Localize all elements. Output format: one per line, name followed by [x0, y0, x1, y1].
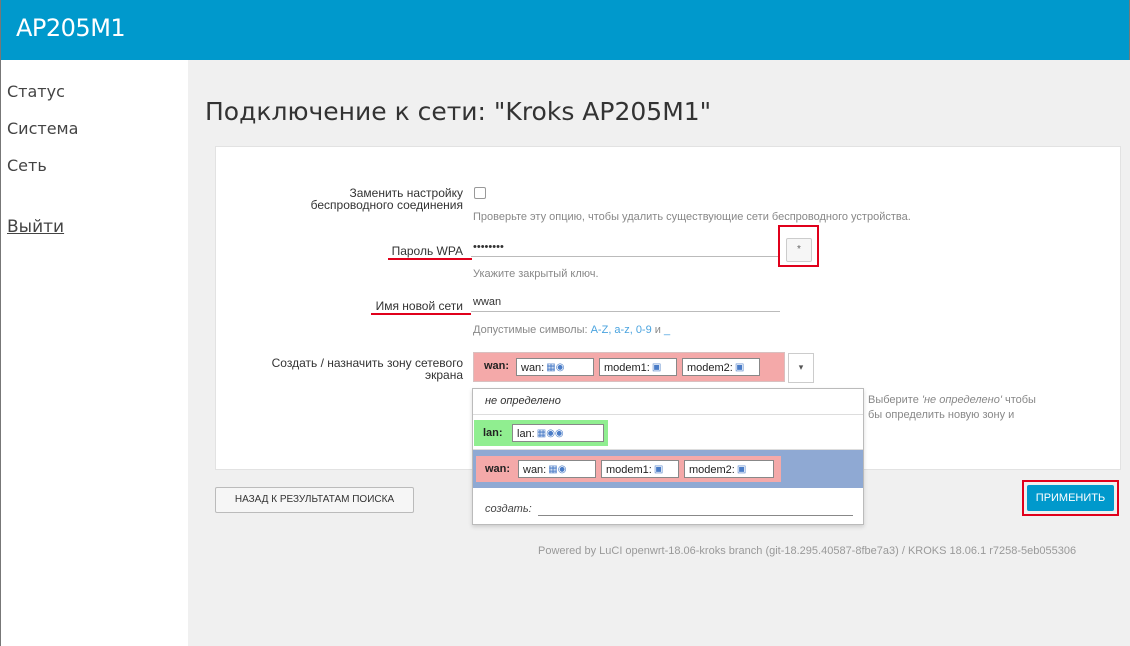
network-chip-modem2: modem2: ▣: [684, 460, 774, 478]
network-icon: ▦◉: [546, 362, 565, 373]
replace-hint: Проверьте эту опцию, чтобы удалить сущес…: [473, 211, 911, 223]
dropdown-option-wan[interactable]: wan: wan: ▦◉ modem1: ▣ modem2: ▣: [473, 450, 863, 488]
zone-hint-line1: Выберите 'не определено' чтобы: [868, 394, 1036, 406]
sidebar-item-network[interactable]: Сеть: [7, 156, 47, 175]
create-zone-input[interactable]: [538, 515, 853, 516]
zone-dropdown-list: не определено lan: lan: ▦◉◉ wan: wan: ▦◉ m…: [472, 388, 864, 525]
dropdown-option-undefined[interactable]: не определено: [473, 389, 863, 415]
network-icon: ▦◉: [548, 464, 567, 475]
network-icon: ▦◉◉: [536, 428, 564, 439]
dropdown-option-lan[interactable]: lan: lan: ▦◉◉: [473, 415, 863, 450]
ssid-label: Имя новой сети: [375, 299, 463, 313]
back-to-results-button[interactable]: НАЗАД К РЕЗУЛЬТАТАМ ПОИСКА: [215, 487, 414, 513]
zone-wan-label: wan:: [485, 463, 511, 475]
main-content: Подключение к сети: "Kroks AP205M1" Заме…: [188, 60, 1130, 646]
wpa-label: Пароль WPA: [391, 244, 463, 258]
sidebar-item-system[interactable]: Система: [7, 119, 78, 138]
chevron-down-icon[interactable]: ▾: [788, 353, 814, 383]
header-bar: AP205M1: [0, 0, 1130, 60]
zone-lan-label: lan:: [483, 427, 503, 439]
network-chip-wan: wan: ▦◉: [516, 358, 594, 376]
app-title[interactable]: AP205M1: [16, 14, 126, 42]
network-icon: ▣: [736, 464, 747, 475]
network-icon: ▣: [651, 362, 662, 373]
annotation-box-apply: [1022, 480, 1119, 516]
network-chip-lan: lan: ▦◉◉: [512, 424, 604, 442]
zone-hint-line2: бы определить новую зону и: [868, 409, 1015, 421]
network-chip-modem2: modem2: ▣: [682, 358, 760, 376]
network-chip-modem1: modem1: ▣: [601, 460, 679, 478]
ssid-label-underline: [371, 313, 471, 315]
ssid-hint: Допустимые символы: A-Z, a-z, 0-9 и _: [473, 324, 671, 336]
annotation-box-reveal: [778, 225, 819, 267]
sidebar-item-logout[interactable]: Выйти: [7, 217, 64, 237]
replace-checkbox[interactable]: [474, 187, 486, 199]
firewall-zone-select[interactable]: wan: wan: ▦◉ modem1: ▣ modem2: ▣: [473, 352, 785, 382]
network-chip-modem1: modem1: ▣: [599, 358, 677, 376]
network-chip-wan: wan: ▦◉: [518, 460, 596, 478]
ssid-input[interactable]: [471, 293, 780, 312]
zone-wan-label: wan:: [484, 360, 510, 372]
replace-label: Заменить настройку беспроводного соедине…: [310, 186, 463, 212]
network-icon: ▣: [734, 362, 745, 373]
sidebar-item-status[interactable]: Статус: [7, 82, 65, 101]
network-icon: ▣: [653, 464, 664, 475]
sidebar: Статус Система Сеть Выйти: [0, 60, 188, 646]
wpa-password-input[interactable]: [471, 238, 780, 257]
zone-lan-box: lan: lan: ▦◉◉: [474, 420, 608, 446]
wpa-hint: Укажите закрытый ключ.: [473, 268, 599, 280]
zone-label: Создать / назначить зону сетевого экрана: [271, 356, 463, 382]
dropdown-option-create[interactable]: создать:: [473, 489, 863, 524]
page-title: Подключение к сети: "Kroks AP205M1": [205, 97, 712, 126]
wpa-label-underline: [388, 258, 472, 260]
zone-wan-box: wan: wan: ▦◉ modem1: ▣ modem2: ▣: [476, 456, 781, 482]
footer-text: Powered by LuCI openwrt-18.06-kroks bran…: [538, 545, 1077, 557]
